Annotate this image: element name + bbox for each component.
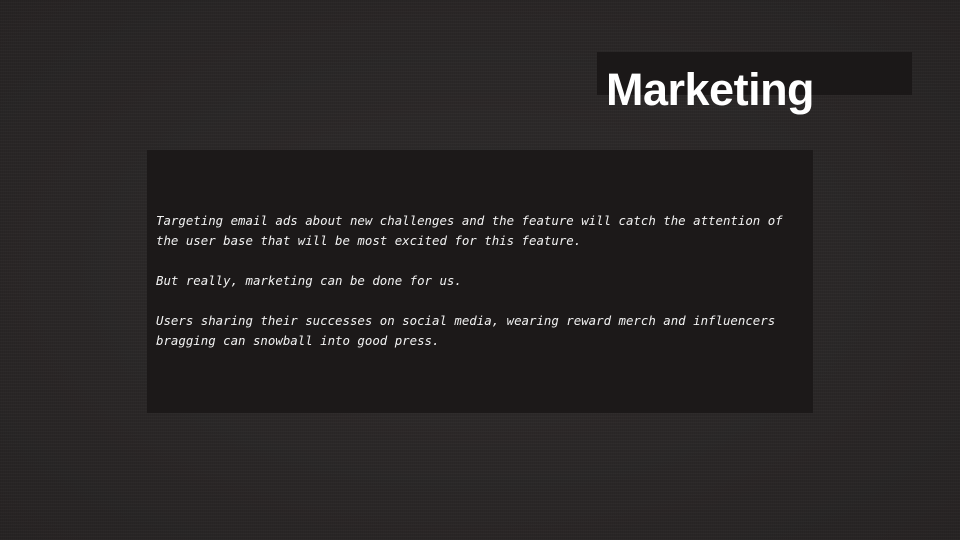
slide: Marketing Targeting email ads about new … <box>0 0 960 540</box>
slide-title: Marketing <box>606 64 815 115</box>
paragraph-marketing-done: But really, marketing can be done for us… <box>156 273 462 288</box>
paragraph-social-sharing: Users sharing their successes on social … <box>156 313 776 348</box>
body-text: Targeting email ads about new challenges… <box>156 211 808 371</box>
paragraph-email-ads: Targeting email ads about new challenges… <box>156 213 783 248</box>
content-box: Targeting email ads about new challenges… <box>147 150 813 413</box>
